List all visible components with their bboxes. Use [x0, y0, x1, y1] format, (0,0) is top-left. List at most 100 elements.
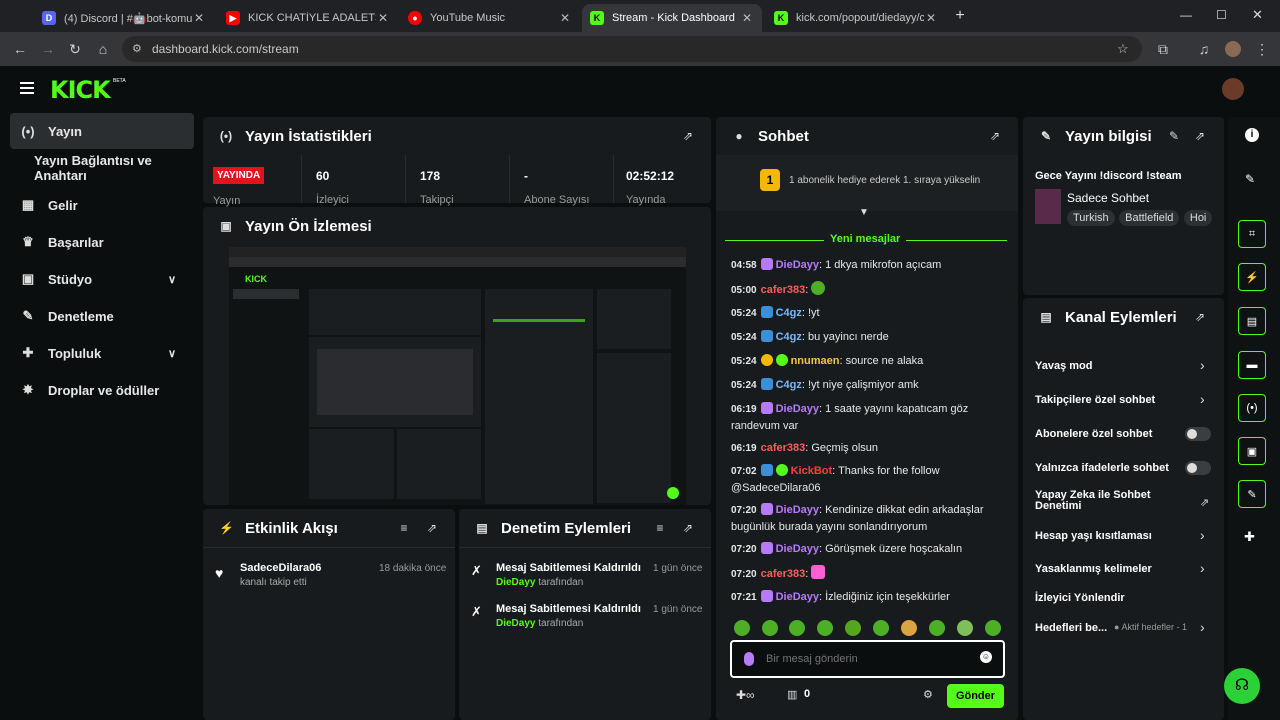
community-icon[interactable]: ✚ [1244, 529, 1255, 545]
activity-user[interactable]: SadeceDilara06 [240, 562, 321, 574]
support-chat-icon[interactable]: ☊ [1224, 668, 1260, 704]
bookmark-star-icon[interactable]: ☆ [1117, 41, 1129, 57]
settings-icon[interactable]: ⚙ [923, 688, 933, 701]
sidebar-item-gelir[interactable]: ▦ Gelir [10, 187, 194, 223]
close-tab-icon[interactable]: ✕ [376, 11, 390, 25]
profile-avatar[interactable] [1225, 41, 1241, 57]
browser-tab[interactable]: K kick.com/popout/diedayy/chat✕ [766, 4, 946, 32]
emote-icon[interactable] [901, 620, 917, 636]
browser-tab[interactable]: ▶ KICK CHATİYLE ADALETSİZ WO✕ [218, 4, 398, 32]
chevron-right-icon[interactable]: › [1200, 560, 1205, 576]
browser-menu-icon[interactable]: ⋮ [1254, 41, 1270, 57]
action-raid[interactable]: İzleyici Yönlendir [1035, 592, 1125, 604]
filter-icon[interactable]: ≡ [653, 521, 667, 535]
chevron-right-icon[interactable]: › [1200, 391, 1205, 407]
emote-icon[interactable] [789, 620, 805, 636]
microphone-icon[interactable] [744, 652, 754, 666]
emote-icon[interactable] [734, 620, 750, 636]
browser-tab[interactable]: D (4) Discord | #🤖bot-komut | /l✕ [34, 4, 214, 32]
community-points-icon[interactable]: ✚∞ [736, 688, 755, 702]
site-info-icon[interactable]: ⚙ [132, 42, 142, 55]
sidebar-item-droplar[interactable]: ✸ Droplar ve ödüller [10, 372, 194, 408]
emoji-picker-icon[interactable]: ☺ [980, 651, 992, 663]
emote-icon[interactable] [817, 620, 833, 636]
user-avatar[interactable] [1222, 78, 1244, 100]
send-button[interactable]: Gönder [947, 684, 1004, 708]
close-tab-icon[interactable]: ✕ [192, 11, 206, 25]
browser-tab-active[interactable]: K Stream - Kick Dashboard ✕ [582, 4, 762, 32]
store-icon[interactable]: ▥ [787, 688, 797, 701]
emotes-only-toggle[interactable] [1185, 461, 1211, 475]
popout-icon[interactable]: ⇗ [681, 521, 695, 535]
subscribers-only-toggle[interactable] [1185, 427, 1211, 441]
popout-icon[interactable]: ⇗ [425, 521, 439, 535]
action-followers-only[interactable]: Takipçilere özel sohbet [1035, 394, 1155, 406]
action-account-age[interactable]: Hesap yaşı kısıtlaması [1035, 530, 1152, 542]
pencil-icon[interactable]: ✎ [1245, 172, 1255, 186]
emote-icon[interactable] [873, 620, 889, 636]
emote-icon[interactable] [957, 620, 973, 636]
wrench-icon[interactable]: ✎ [1238, 480, 1266, 508]
action-banned-words[interactable]: Yasaklanmış kelimeler [1035, 563, 1152, 575]
sidebar-item-basarilar[interactable]: ♛ Başarılar [10, 224, 194, 260]
menu-icon[interactable] [20, 82, 34, 94]
popout-icon[interactable]: ⇗ [681, 129, 695, 143]
new-tab-button[interactable]: + [951, 7, 969, 25]
action-goals[interactable]: Hedefleri be... [1035, 622, 1107, 634]
minimize-button[interactable]: — [1180, 8, 1192, 22]
home-icon[interactable]: ⌂ [95, 41, 111, 57]
document-icon[interactable]: ▤ [1238, 307, 1266, 335]
action-slow-mode[interactable]: Yavaş mod [1035, 360, 1092, 372]
chevron-right-icon[interactable]: › [1200, 357, 1205, 373]
category-thumbnail[interactable] [1035, 189, 1061, 224]
panel-header: ⚡ Etkinlik Akışı [219, 519, 338, 537]
close-window-button[interactable]: ✕ [1252, 7, 1263, 23]
preview-icon[interactable]: ▣ [1238, 437, 1266, 465]
chevron-right-icon[interactable]: › [1200, 619, 1205, 635]
emote-icon[interactable] [762, 620, 778, 636]
forward-icon[interactable]: → [40, 41, 56, 57]
reload-icon[interactable]: ↻ [67, 41, 83, 57]
tag[interactable]: Turkish [1067, 210, 1115, 226]
back-icon[interactable]: ← [12, 41, 28, 57]
info-icon[interactable]: i [1245, 128, 1259, 142]
chevron-right-icon[interactable]: › [1200, 527, 1205, 543]
popout-icon[interactable]: ⇗ [988, 129, 1002, 143]
emote-icon[interactable] [985, 620, 1001, 636]
chat-input-box[interactable]: ☺ [730, 640, 1005, 678]
lightning-icon[interactable]: ⚡ [1238, 263, 1266, 291]
sidebar-item-stream-key[interactable]: Yayın Bağlantısı ve Anahtarı [10, 150, 194, 186]
broadcast-icon[interactable]: (•) [1238, 394, 1266, 422]
chat-input[interactable] [766, 649, 966, 669]
browser-tab[interactable]: ● YouTube Music ✕ [400, 4, 580, 32]
external-link-icon[interactable]: ⇗ [1200, 496, 1209, 509]
emote-icon[interactable] [845, 620, 861, 636]
tag[interactable]: Hoi [1183, 210, 1213, 226]
category-name[interactable]: Sadece Sohbet [1067, 191, 1149, 205]
gift-banner[interactable]: 1 1 abonelik hediye ederek 1. sıraya yük… [716, 155, 1018, 211]
sidebar-item-yayin[interactable]: (•) Yayın [10, 113, 194, 149]
close-tab-icon[interactable]: ✕ [924, 11, 938, 25]
kick-logo[interactable]: KICK [50, 76, 111, 104]
sidebar-item-topluluk[interactable]: ✚ Topluluk ∨ [10, 335, 194, 371]
media-icon[interactable]: ♫ [1196, 41, 1212, 57]
sidebar-item-studyo[interactable]: ▣ Stüdyo ∨ [10, 261, 194, 297]
close-tab-icon[interactable]: ✕ [558, 11, 572, 25]
popout-icon[interactable]: ⇗ [1193, 129, 1207, 143]
emote-icon[interactable] [929, 620, 945, 636]
popout-icon[interactable]: ⇗ [1193, 310, 1207, 324]
address-bar[interactable]: ⚙ dashboard.kick.com/stream ☆ [122, 36, 1142, 62]
stat-uptime: 02:52:12 Yayında [613, 155, 711, 206]
close-tab-icon[interactable]: ✕ [740, 11, 754, 25]
extensions-icon[interactable]: ⧉ [1155, 41, 1171, 57]
filter-icon[interactable]: ≡ [397, 521, 411, 535]
maximize-button[interactable]: ☐ [1216, 8, 1227, 22]
action-ai-moderation[interactable]: Yapay Zeka ile Sohbet Denetimi [1035, 490, 1175, 512]
tag[interactable]: Battlefield [1119, 210, 1180, 226]
scroll-down-icon[interactable]: ▼ [859, 207, 869, 218]
edit-icon[interactable]: ✎ [1167, 129, 1181, 143]
clip-icon[interactable]: ⌗ [1238, 220, 1266, 248]
stream-preview-video[interactable]: KICK [229, 247, 686, 505]
sidebar-item-denetleme[interactable]: ✎ Denetleme [10, 298, 194, 334]
chat-bubble-icon[interactable]: ▬ [1238, 351, 1266, 379]
